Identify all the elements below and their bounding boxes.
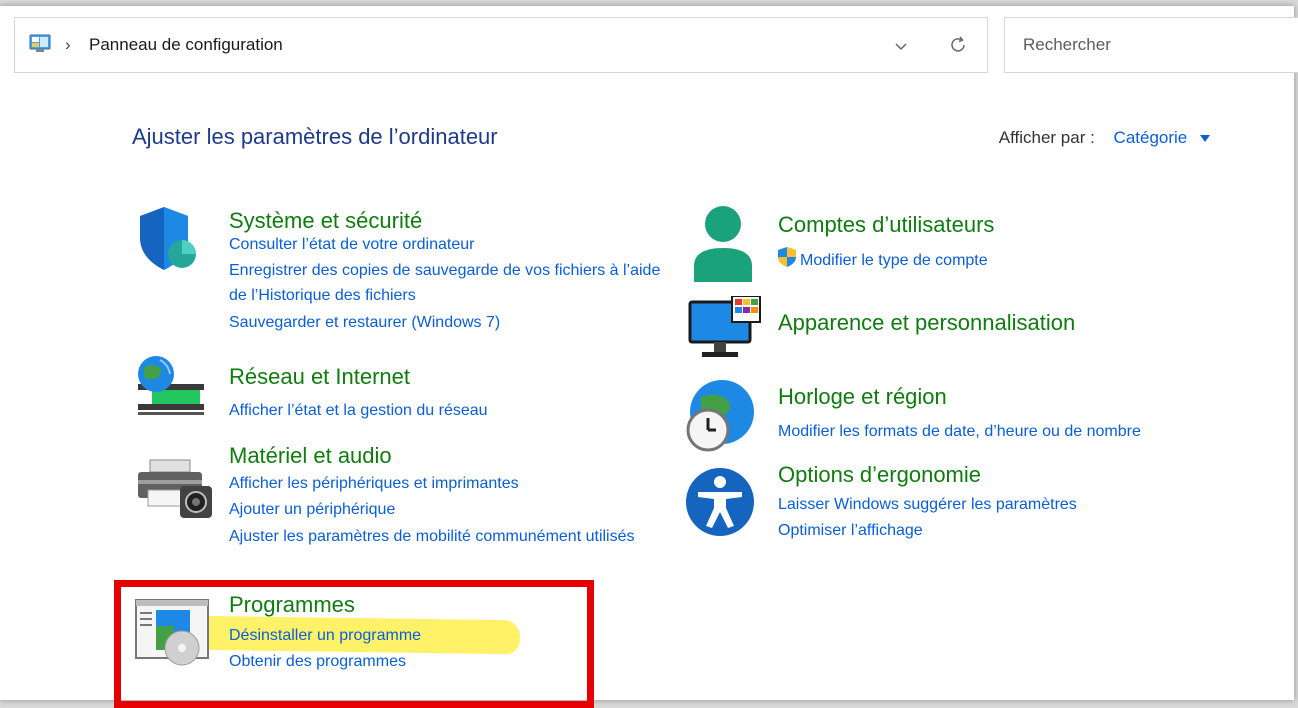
caret-down-icon[interactable]: [1200, 135, 1210, 143]
chevron-down-icon[interactable]: [893, 40, 909, 52]
clock-globe-icon[interactable]: [684, 378, 756, 459]
monitor-icon[interactable]: [688, 295, 762, 367]
breadcrumb-separator: ›: [65, 35, 71, 54]
link-backup-restore[interactable]: Sauvegarder et restaurer (Windows 7): [229, 310, 500, 335]
link-mobility-settings[interactable]: Ajuster les paramètres de mobilité commu…: [229, 524, 659, 549]
address-bar[interactable]: › Panneau de configuration: [14, 17, 988, 73]
view-by: Afficher par : Catégorie: [999, 128, 1210, 148]
link-devices-printers[interactable]: Afficher les périphériques et imprimante…: [229, 471, 519, 496]
globe-network-icon[interactable]: [134, 354, 208, 431]
printer-icon[interactable]: [136, 458, 216, 527]
page-title: Ajuster les paramètres de l’ordinateur: [132, 124, 498, 149]
link-date-time-formats[interactable]: Modifier les formats de date, d’heure ou…: [778, 419, 1141, 444]
control-panel-window: › Panneau de configuration Rechercher Aj…: [0, 6, 1298, 708]
accessibility-icon[interactable]: [684, 466, 756, 543]
search-box[interactable]: Rechercher: [1004, 17, 1298, 73]
breadcrumb-control-panel[interactable]: Panneau de configuration: [89, 35, 283, 55]
uac-shield-icon: [776, 246, 798, 273]
shield-icon[interactable]: [136, 204, 198, 279]
link-check-computer-status[interactable]: Consulter l’état de votre ordinateur: [229, 232, 474, 257]
link-file-history-backup[interactable]: Enregistrer des copies de sauvegarde de …: [229, 258, 679, 308]
link-suggest-settings[interactable]: Laisser Windows suggérer les paramètres: [778, 492, 1077, 517]
link-optimize-display[interactable]: Optimiser l’affichage: [778, 518, 923, 543]
annotation-red-box: [114, 580, 594, 708]
control-panel-icon: [29, 34, 51, 54]
category-title-ease-of-access[interactable]: Options d’ergonomie: [778, 462, 981, 488]
category-title-user-accounts[interactable]: Comptes d’utilisateurs: [778, 212, 994, 238]
view-by-label: Afficher par :: [998, 128, 1095, 147]
view-by-dropdown[interactable]: Catégorie: [1114, 128, 1188, 147]
category-title-system-security[interactable]: Système et sécurité: [229, 208, 422, 234]
refresh-icon[interactable]: [947, 34, 969, 56]
link-add-device[interactable]: Ajouter un périphérique: [229, 497, 395, 522]
category-title-appearance[interactable]: Apparence et personnalisation: [778, 310, 1075, 336]
link-change-account-type[interactable]: Modifier le type de compte: [800, 248, 988, 273]
category-title-clock-region[interactable]: Horloge et région: [778, 384, 947, 410]
category-title-hardware-sound[interactable]: Matériel et audio: [229, 443, 392, 469]
link-network-status[interactable]: Afficher l’état et la gestion du réseau: [229, 398, 488, 423]
category-title-network-internet[interactable]: Réseau et Internet: [229, 364, 410, 390]
search-placeholder: Rechercher: [1023, 35, 1111, 54]
user-icon[interactable]: [690, 204, 756, 289]
